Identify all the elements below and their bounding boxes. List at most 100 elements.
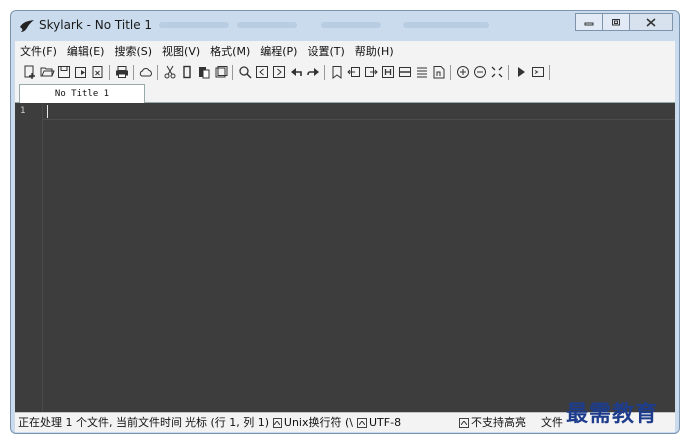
redo-icon [306,68,319,76]
find-next-button[interactable] [270,64,287,81]
menu-edit[interactable]: 编辑(E) [62,43,110,59]
cloud-button[interactable] [137,64,154,81]
toolbar-separator [549,64,550,80]
copy-button[interactable] [178,64,195,81]
status-encoding[interactable]: UTF-8 [357,413,453,432]
run-icon [517,67,525,77]
list-button[interactable] [413,64,430,81]
status-encoding-label: UTF-8 [369,416,402,429]
status-file-info: 正在处理 1 个文件, 当前文件时间 [18,416,182,429]
dropdown-icon [357,417,367,428]
fullscreen-button[interactable] [488,64,505,81]
title-blur [403,22,489,28]
minimize-button[interactable] [575,13,603,31]
editor-area[interactable]: 1 [15,103,675,412]
copy-icon [182,65,191,79]
find-icon [238,66,252,79]
cut-button[interactable] [161,64,178,81]
status-highlight-label: 不支持高亮 [471,416,526,429]
title-blur [159,22,229,28]
line-number: 1 [20,106,26,116]
zoom-in-icon [456,66,469,78]
redo-button[interactable] [304,64,321,81]
save-all-icon [74,67,86,78]
find-next-icon [272,66,285,78]
status-cursor: 光标 (行 1, 列 1) [185,416,270,429]
bookmark-icon [332,66,341,79]
menu-settings[interactable]: 设置(T) [302,43,349,59]
close-file-icon [92,66,102,78]
open-folder-icon [40,67,55,77]
window-title: Skylark - No Title 1 [39,18,153,32]
indent-right-icon [364,67,378,77]
close-icon [646,17,656,27]
save-icon [57,66,70,78]
watermark-text: 最需教育 [566,401,659,427]
menu-search[interactable]: 搜索(S) [109,43,157,59]
maximize-button[interactable] [602,13,630,31]
new-file-icon [24,65,35,79]
toolbar [15,61,675,83]
title-blur [321,22,381,28]
menu-bar: 文件(F) 编辑(E) 搜索(S) 视图(V) 格式(M) 编程(P) 设置(T… [15,41,675,61]
indent-left-icon [346,67,360,77]
indent-right-button[interactable] [362,64,379,81]
dropdown-icon [273,417,282,428]
status-eol[interactable]: Unix换行符 (\ [273,413,353,432]
save-all-button[interactable] [72,64,89,81]
toolbar-separator [232,64,233,80]
bookmark-button[interactable] [328,64,345,81]
menu-program[interactable]: 编程(P) [255,43,302,59]
clipboard-icon [215,66,227,78]
close-button[interactable] [629,13,673,31]
list-icon [416,67,427,78]
hex-icon [381,66,394,78]
wrap-icon [398,67,411,77]
app-window: Skylark - No Title 1 文件(F) 编辑(E) 搜索(S) 视… [10,10,680,434]
paste-button[interactable] [195,64,212,81]
status-eol-label: Unix换行符 (\ [283,416,353,429]
restore-icon [612,19,620,26]
cloud-icon [139,68,152,77]
title-bar[interactable]: Skylark - No Title 1 [11,11,679,41]
close-file-button[interactable] [89,64,106,81]
print-button[interactable] [113,64,130,81]
menu-format[interactable]: 格式(M) [205,43,255,59]
zoom-in-button[interactable] [454,64,471,81]
save-button[interactable] [55,64,72,81]
zoom-out-icon [473,66,486,78]
clipboard-button[interactable] [212,64,229,81]
minimize-icon [584,22,594,26]
menu-help[interactable]: 帮助(H) [350,43,399,59]
text-caret [47,105,48,118]
wrap-button[interactable] [396,64,413,81]
find-prev-button[interactable] [253,64,270,81]
gutter-divider [42,103,43,412]
window-controls [575,13,673,31]
print-icon [115,66,128,78]
bird-logo-icon [20,20,34,32]
run-button[interactable] [512,64,529,81]
open-folder-button[interactable] [38,64,55,81]
doc-map-button[interactable] [430,64,447,81]
menu-file[interactable]: 文件(F) [15,43,62,59]
toolbar-separator [450,64,451,80]
paste-icon [198,67,209,79]
zoom-out-button[interactable] [471,64,488,81]
console-button[interactable] [529,64,546,81]
menu-view[interactable]: 视图(V) [157,43,205,59]
dropdown-icon [459,417,469,428]
toolbar-separator [133,64,134,80]
toolbar-separator [157,64,158,80]
toolbar-separator [109,64,110,80]
tab-no-title-1[interactable]: No Title 1 [19,84,145,104]
undo-button[interactable] [287,64,304,81]
find-button[interactable] [236,64,253,81]
tab-bar: No Title 1 [15,83,675,104]
find-prev-icon [255,66,268,78]
toolbar-separator [324,64,325,80]
hex-button[interactable] [379,64,396,81]
new-file-button[interactable] [21,64,38,81]
status-highlight[interactable]: 不支持高亮 [459,413,539,432]
indent-left-button[interactable] [345,64,362,81]
